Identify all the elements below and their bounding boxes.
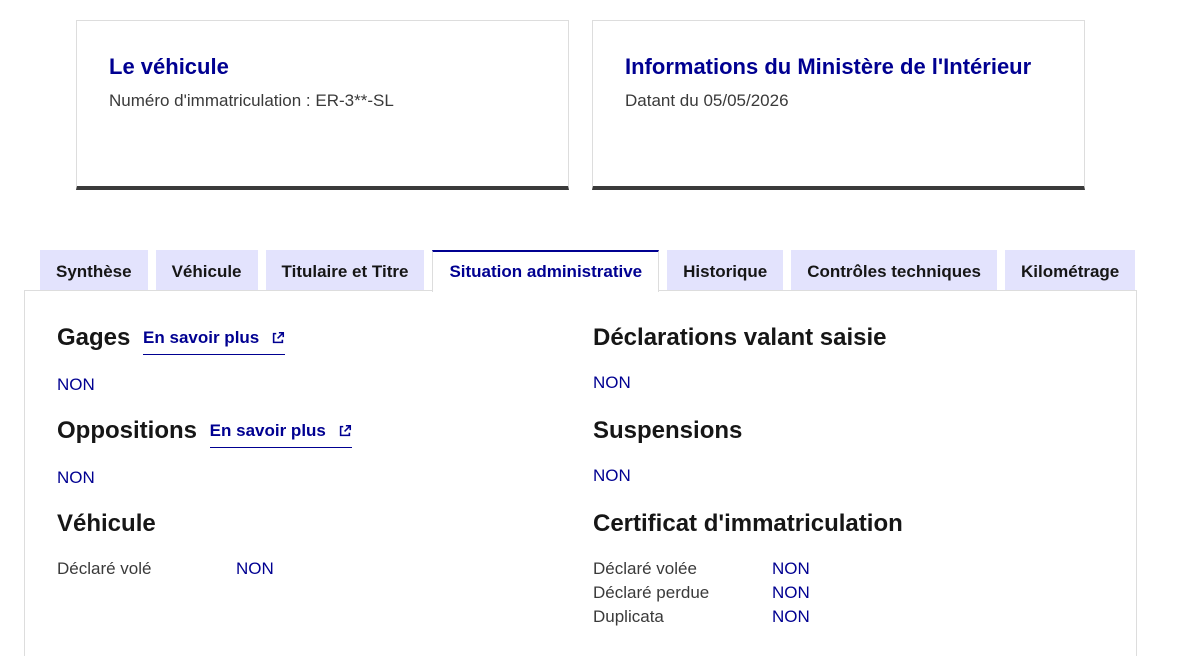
certificat-row-value: NON [772,559,810,578]
oppositions-section: Oppositions En savoir plus NON [57,416,352,490]
vehicule-row-value: NON [236,559,274,578]
oppositions-more-link[interactable]: En savoir plus [209,416,352,448]
certificat-row-label: Duplicata [593,607,664,626]
certificat-row-label: Déclaré volée [593,559,697,578]
tab-historique[interactable]: Historique [667,250,784,291]
suspensions-value: NON [593,466,631,485]
tab-synthese[interactable]: Synthèse [40,250,148,291]
gages-title: Gages [57,324,131,351]
declarations-section: Déclarations valant saisie NON [593,323,886,395]
certificat-row-label: Déclaré perdue [593,583,710,602]
gages-more-link-label: En savoir plus [143,328,260,347]
certificat-row-perdue: Déclaré perdue NON [593,581,903,605]
gages-value: NON [57,375,95,394]
tab-situation-administrative[interactable]: Situation administrative [432,250,660,292]
vehicle-card-title: Le véhicule [109,54,229,79]
oppositions-title: Oppositions [57,417,197,444]
vehicule-title: Véhicule [57,510,156,537]
vehicule-row-label: Déclaré volé [57,559,152,578]
vehicule-section: Véhicule Déclaré volé NON [57,509,274,581]
tab-vehicule[interactable]: Véhicule [155,250,258,291]
tab-controles-techniques[interactable]: Contrôles techniques [791,250,998,291]
tab-panel-situation-administrative: Gages En savoir plus NON Oppositions En … [24,290,1137,656]
ministry-card: Informations du Ministère de l'Intérieur… [592,20,1085,190]
tab-titulaire-titre[interactable]: Titulaire et Titre [265,250,425,291]
tab-list: Synthèse Véhicule Titulaire et Titre Sit… [40,250,1136,292]
vehicule-row-vole: Déclaré volé NON [57,557,274,581]
gages-section: Gages En savoir plus NON [57,323,286,397]
certificat-rows: Déclaré volée NON Déclaré perdue NON Dup… [593,557,903,629]
certificat-section: Certificat d'immatriculation Déclaré vol… [593,509,903,629]
vehicle-card: Le véhicule Numéro d'immatriculation : E… [76,20,569,190]
ministry-card-title: Informations du Ministère de l'Intérieur [625,54,1032,79]
tab-kilometrage[interactable]: Kilométrage [1005,250,1136,291]
suspensions-title: Suspensions [593,417,743,444]
certificat-row-value: NON [772,583,810,602]
external-link-icon [273,331,285,344]
gages-more-link[interactable]: En savoir plus [143,323,286,355]
registration-number: Numéro d'immatriculation : ER-3**-SL [109,91,394,110]
declarations-value: NON [593,373,631,392]
certificat-row-value: NON [772,607,810,626]
declarations-title: Déclarations valant saisie [593,324,887,351]
suspensions-section: Suspensions NON [593,416,742,488]
external-link-icon [339,424,351,437]
ministry-date: Datant du 05/05/2026 [625,91,789,110]
certificat-row-duplicata: Duplicata NON [593,605,903,629]
certificat-title: Certificat d'immatriculation [593,510,903,537]
oppositions-value: NON [57,468,95,487]
certificat-row-volee: Déclaré volée NON [593,557,903,581]
oppositions-more-link-label: En savoir plus [209,421,326,440]
